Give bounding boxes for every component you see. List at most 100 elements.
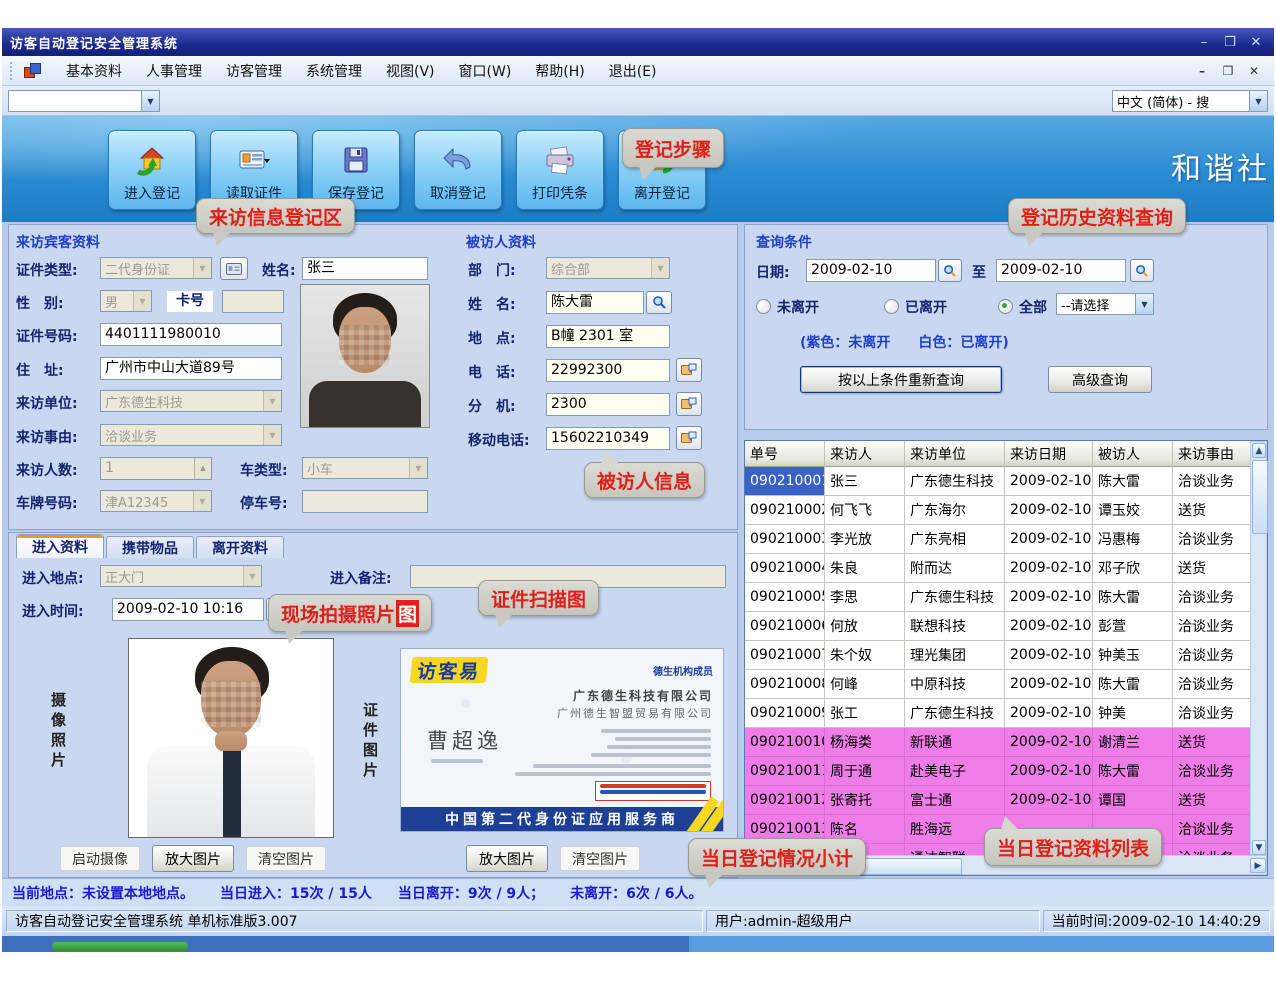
table-cell[interactable]: 何放: [825, 612, 905, 641]
plate-combo[interactable]: 津A12345 ▼: [100, 490, 212, 512]
table-cell[interactable]: 附而达: [905, 554, 1005, 583]
radio-left[interactable]: 已离开: [884, 296, 947, 317]
table-column-header[interactable]: 来访人: [825, 441, 905, 467]
table-cell[interactable]: 090210008: [745, 670, 825, 699]
language-selector[interactable]: 中文 (简体) - 搜 ▼: [1112, 90, 1268, 112]
date-from-input[interactable]: 2009-02-10: [806, 259, 936, 282]
stepper-arrows-icon[interactable]: ▲▼: [194, 458, 211, 479]
table-row[interactable]: 090210004朱良附而达2009-02-10邓子欣送货: [745, 554, 1252, 583]
table-cell[interactable]: 洽谈业务: [1173, 670, 1252, 699]
table-cell[interactable]: 洽谈业务: [1173, 612, 1252, 641]
requery-button[interactable]: 按以上条件重新查询: [800, 366, 1002, 393]
table-cell[interactable]: 陈大雷: [1093, 670, 1173, 699]
notify-phone-button[interactable]: [676, 358, 702, 382]
table-row[interactable]: 090210002何飞飞广东海尔2009-02-10谭玉姣送货: [745, 496, 1252, 525]
menu-item-basic-data[interactable]: 基本资料: [54, 57, 134, 85]
table-cell[interactable]: 中原科技: [905, 670, 1005, 699]
table-row[interactable]: 090210008何峰中原科技2009-02-10陈大雷洽谈业务: [745, 670, 1252, 699]
table-cell[interactable]: 洽谈业务: [1173, 525, 1252, 554]
table-cell[interactable]: 090210007: [745, 641, 825, 670]
table-cell[interactable]: 广东海尔: [905, 496, 1005, 525]
phone-input[interactable]: 22992300: [546, 359, 670, 382]
table-cell[interactable]: 冯惠梅: [1093, 525, 1173, 554]
visitor-name-input[interactable]: 张三: [302, 257, 428, 280]
scroll-down-icon[interactable]: ▼: [1252, 840, 1266, 855]
radio-all[interactable]: 全部: [998, 296, 1047, 317]
table-cell[interactable]: 2009-02-10: [1005, 554, 1093, 583]
filter-select-combo[interactable]: --请选择 ▼: [1056, 293, 1154, 315]
visit-reason-combo[interactable]: 洽谈业务 ▼: [100, 424, 282, 446]
scroll-thumb[interactable]: [1252, 460, 1268, 534]
table-cell[interactable]: 2009-02-10: [1005, 757, 1093, 786]
restore-icon[interactable]: ❐: [1220, 35, 1240, 50]
print-receipt-button[interactable]: 打印凭条: [516, 130, 604, 210]
table-row[interactable]: 090210011周于通赴美电子2009-02-10陈大雷洽谈业务: [745, 757, 1252, 786]
table-cell[interactable]: 090210002: [745, 496, 825, 525]
menu-item-exit[interactable]: 退出(E): [597, 57, 669, 85]
table-cell[interactable]: 2009-02-10: [1005, 525, 1093, 554]
table-cell[interactable]: 洽谈业务: [1173, 699, 1252, 728]
gender-combo[interactable]: 男 ▼: [100, 290, 152, 312]
table-column-header[interactable]: 单号: [745, 441, 825, 467]
quick-select-combo[interactable]: ▼: [8, 90, 160, 112]
table-cell[interactable]: 送货: [1173, 728, 1252, 757]
table-cell[interactable]: 新联通: [905, 728, 1005, 757]
close-icon[interactable]: ✕: [1246, 35, 1266, 50]
table-cell[interactable]: 洽谈业务: [1173, 467, 1252, 496]
mdi-restore-icon[interactable]: ❐: [1220, 64, 1236, 78]
menu-item-view[interactable]: 视图(V): [374, 57, 447, 85]
table-cell[interactable]: 洽谈业务: [1173, 583, 1252, 612]
table-cell[interactable]: 钟美: [1093, 699, 1173, 728]
start-camera-button[interactable]: 启动摄像: [60, 846, 140, 871]
zoom-photo-button[interactable]: 放大图片: [152, 845, 234, 872]
table-cell[interactable]: 送货: [1173, 786, 1252, 815]
table-cell[interactable]: 广东亮相: [905, 525, 1005, 554]
table-cell[interactable]: 广东德生科技: [905, 583, 1005, 612]
notify-ext-button[interactable]: [676, 392, 702, 416]
table-row[interactable]: 090210003李光放广东亮相2009-02-10冯惠梅洽谈业务: [745, 525, 1252, 554]
table-cell[interactable]: 谭玉姣: [1093, 496, 1173, 525]
table-cell[interactable]: 2009-02-10: [1005, 728, 1093, 757]
table-row[interactable]: 090210005李思广东德生科技2009-02-10陈大雷洽谈业务: [745, 583, 1252, 612]
table-cell[interactable]: 张三: [825, 467, 905, 496]
visitor-count-stepper[interactable]: 1 ▲▼: [100, 457, 212, 480]
table-cell[interactable]: 邓子欣: [1093, 554, 1173, 583]
table-row[interactable]: 090210007朱个奴理光集团2009-02-10钟美玉洽谈业务: [745, 641, 1252, 670]
table-cell[interactable]: 090210003: [745, 525, 825, 554]
read-card-mini-button[interactable]: [220, 257, 248, 280]
table-cell[interactable]: 送货: [1173, 554, 1252, 583]
table-cell[interactable]: 洽谈业务: [1173, 641, 1252, 670]
table-cell[interactable]: 杨海类: [825, 728, 905, 757]
ext-input[interactable]: 2300: [546, 393, 670, 416]
table-cell[interactable]: 何峰: [825, 670, 905, 699]
vertical-scrollbar[interactable]: ▲ ▼: [1250, 441, 1267, 855]
table-cell[interactable]: 洽谈业务: [1173, 815, 1252, 844]
table-cell[interactable]: 2009-02-10: [1005, 641, 1093, 670]
chevron-down-icon[interactable]: ▼: [1249, 91, 1267, 111]
minimize-icon[interactable]: –: [1194, 35, 1214, 50]
table-cell[interactable]: 2009-02-10: [1005, 699, 1093, 728]
location-input[interactable]: B幢 2301 室: [546, 325, 670, 348]
table-cell[interactable]: 周于通: [825, 757, 905, 786]
table-cell[interactable]: 李思: [825, 583, 905, 612]
table-cell[interactable]: 090210006: [745, 612, 825, 641]
table-cell[interactable]: 090210010: [745, 728, 825, 757]
table-cell[interactable]: 2009-02-10: [1005, 496, 1093, 525]
table-cell[interactable]: 090210012: [745, 786, 825, 815]
table-cell[interactable]: 广东德生科技: [905, 699, 1005, 728]
table-cell[interactable]: 2009-02-10: [1005, 467, 1093, 496]
chevron-down-icon[interactable]: ▼: [141, 91, 159, 111]
id-type-combo[interactable]: 二代身份证 ▼: [100, 257, 212, 279]
mdi-minimize-icon[interactable]: –: [1194, 64, 1210, 78]
table-cell[interactable]: 送货: [1173, 496, 1252, 525]
menu-item-help[interactable]: 帮助(H): [523, 57, 596, 85]
menu-item-system[interactable]: 系统管理: [294, 57, 374, 85]
table-cell[interactable]: 090210009: [745, 699, 825, 728]
table-cell[interactable]: 何飞飞: [825, 496, 905, 525]
advanced-query-button[interactable]: 高级查询: [1048, 366, 1152, 393]
table-cell[interactable]: 2009-02-10: [1005, 670, 1093, 699]
visited-search-button[interactable]: [646, 291, 672, 314]
dept-combo[interactable]: 综合部 ▼: [546, 257, 670, 279]
table-cell[interactable]: 090210001: [745, 467, 825, 496]
id-number-input[interactable]: 4401111980010: [100, 323, 282, 346]
